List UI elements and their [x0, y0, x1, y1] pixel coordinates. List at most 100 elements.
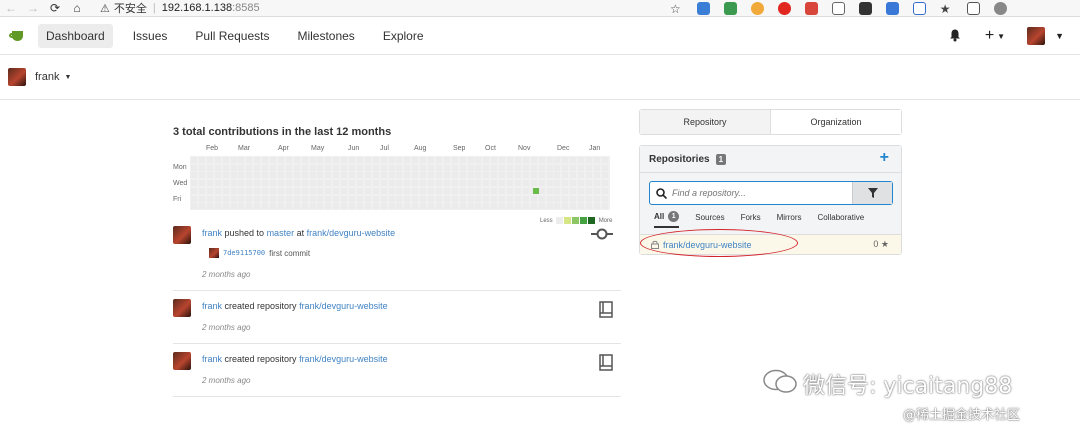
extension-icon[interactable]: [777, 2, 791, 15]
contribution-cell: [270, 180, 276, 187]
extension-icon[interactable]: [750, 2, 764, 15]
contribution-cell: [356, 203, 363, 210]
contribution-cell: [491, 164, 498, 171]
tab-repository[interactable]: Repository: [640, 110, 771, 134]
contribution-cell: [388, 195, 395, 202]
contribution-cell: [522, 195, 529, 202]
contribution-cell: [270, 203, 276, 210]
contribution-cell: [538, 187, 545, 194]
avatar[interactable]: [173, 299, 191, 317]
month-label: Oct: [485, 145, 496, 152]
watermark-juejin: @稀土掘金技术社区: [903, 408, 1021, 423]
contribution-cell: [396, 164, 403, 171]
contribution-cell: [562, 195, 569, 202]
contribution-cell: [333, 157, 340, 163]
subtab-forks[interactable]: Forks: [741, 213, 761, 226]
collections-icon[interactable]: [966, 2, 980, 15]
contribution-cell: [396, 203, 403, 210]
favorite-star-icon[interactable]: ☆: [670, 2, 681, 16]
filter-icon[interactable]: [852, 182, 892, 204]
contribution-cell: [293, 172, 300, 179]
tab-organization[interactable]: Organization: [771, 110, 901, 134]
contribution-cell: [554, 164, 561, 171]
gitea-logo-icon[interactable]: [9, 29, 27, 43]
contribution-cell: [562, 164, 569, 171]
feed-time: 2 months ago: [202, 323, 251, 332]
favorites-icon[interactable]: ★: [940, 2, 951, 16]
day-label: Mon: [173, 164, 187, 171]
contribution-cell[interactable]: [533, 188, 539, 194]
contribution-cell: [459, 157, 466, 163]
extension-icon[interactable]: [858, 2, 872, 15]
contribution-cell: [214, 172, 221, 179]
nav-issues[interactable]: Issues: [125, 24, 176, 48]
contribution-cell: [191, 164, 197, 171]
avatar[interactable]: [173, 352, 191, 370]
contribution-cell: [459, 172, 466, 179]
contribution-cell: [467, 195, 474, 202]
contribution-cell: [459, 195, 466, 202]
home-icon[interactable]: ⌂: [66, 0, 88, 17]
chevron-down-icon[interactable]: ▼: [64, 74, 71, 81]
add-repo-plus-icon[interactable]: +: [880, 149, 889, 167]
forward-icon[interactable]: →: [22, 0, 44, 17]
subtab-all[interactable]: All 1: [654, 211, 680, 228]
user-link[interactable]: frank: [202, 301, 222, 311]
profile-icon[interactable]: [993, 2, 1007, 15]
contribution-cell: [246, 195, 253, 202]
contribution-cell: [262, 180, 269, 187]
contribution-cell: [270, 164, 276, 171]
chevron-down-icon: ▼: [1055, 31, 1064, 41]
subtab-mirrors[interactable]: Mirrors: [777, 213, 802, 226]
nav-pull-requests[interactable]: Pull Requests: [187, 24, 277, 48]
contribution-cell: [601, 180, 608, 187]
contribution-cell: [380, 187, 387, 194]
user-menu[interactable]: ▼: [1027, 27, 1064, 45]
contribution-cell: [404, 187, 411, 194]
subtab-sources[interactable]: Sources: [695, 213, 724, 226]
address-bar[interactable]: ⚠ 不安全 | 192.168.1.138 :8585: [100, 0, 260, 16]
contribution-cell: [301, 180, 308, 187]
extension-icon[interactable]: [723, 2, 737, 15]
context-user-name[interactable]: frank: [35, 71, 59, 83]
contribution-cell: [522, 164, 529, 171]
contribution-cell: [325, 157, 332, 163]
subtab-collaborative[interactable]: Collaborative: [817, 213, 864, 226]
contribution-cell: [388, 203, 395, 210]
contribution-cell: [601, 203, 608, 210]
contribution-cell: [191, 203, 197, 210]
contribution-cell: [428, 172, 434, 179]
repo-link[interactable]: frank/devguru-website: [299, 354, 388, 364]
extension-icon[interactable]: [912, 2, 926, 15]
repo-count-badge: 1: [715, 153, 727, 165]
commit-sha[interactable]: 7de9115700: [223, 249, 265, 257]
shield-icon[interactable]: [831, 2, 845, 15]
contribution-cell: [301, 195, 308, 202]
create-menu[interactable]: + ▼: [985, 27, 1005, 45]
contribution-cell: [578, 195, 585, 202]
contribution-cell: [246, 203, 253, 210]
nav-dashboard[interactable]: Dashboard: [38, 23, 113, 48]
avatar[interactable]: [173, 226, 191, 244]
chevron-down-icon: ▼: [997, 31, 1006, 41]
contribution-cell: [372, 195, 379, 202]
search-input[interactable]: [672, 182, 852, 204]
extension-icon[interactable]: [885, 2, 899, 15]
avatar: [1027, 27, 1046, 45]
user-link[interactable]: frank: [202, 354, 222, 364]
feed-item: frank created repository frank/devguru-w…: [173, 344, 621, 397]
repo-link[interactable]: frank/devguru-website: [307, 228, 396, 238]
repo-link[interactable]: frank/devguru-website: [299, 301, 388, 311]
back-icon[interactable]: ←: [0, 0, 22, 17]
user-link[interactable]: frank: [202, 228, 222, 238]
contribution-cell: [475, 164, 482, 171]
extension-icon[interactable]: [804, 2, 818, 15]
branch-link[interactable]: master: [267, 228, 295, 238]
bell-icon[interactable]: [949, 29, 963, 43]
contribution-cell: [277, 180, 284, 187]
refresh-icon[interactable]: ⟳: [44, 0, 66, 17]
extension-icon[interactable]: [696, 2, 710, 15]
nav-explore[interactable]: Explore: [375, 24, 432, 48]
nav-milestones[interactable]: Milestones: [289, 24, 362, 48]
contribution-cell: [420, 164, 427, 171]
